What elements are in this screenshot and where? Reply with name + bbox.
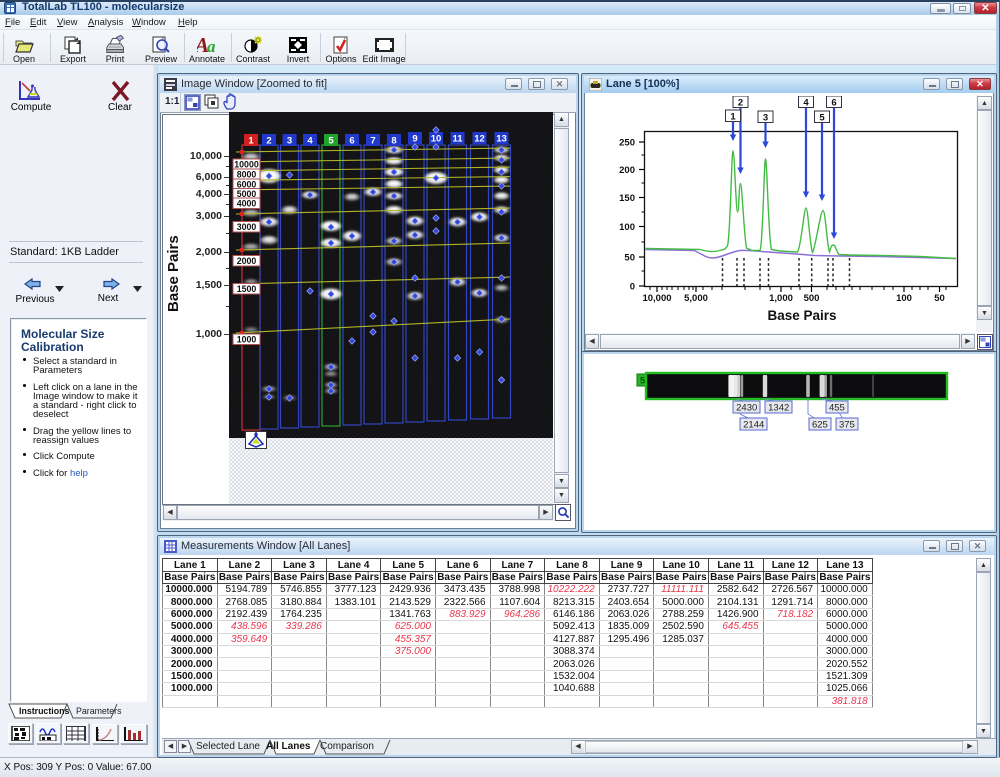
- svg-text:5: 5: [640, 376, 645, 386]
- svg-text:7: 7: [370, 136, 375, 147]
- svg-text:6: 6: [831, 97, 836, 108]
- svg-text:50: 50: [624, 253, 635, 264]
- svg-text:a: a: [207, 37, 216, 55]
- svg-text:375: 375: [839, 420, 855, 431]
- svg-text:500: 500: [804, 293, 820, 304]
- svg-text:13: 13: [496, 134, 507, 145]
- svg-text:2000: 2000: [237, 256, 257, 266]
- svg-text:1000: 1000: [237, 335, 257, 345]
- svg-text:1500: 1500: [237, 284, 257, 294]
- svg-text:100: 100: [896, 293, 912, 304]
- svg-text:4: 4: [307, 136, 313, 147]
- svg-text:1342: 1342: [768, 403, 789, 414]
- svg-text:100: 100: [619, 222, 635, 233]
- svg-text:11: 11: [452, 134, 463, 145]
- svg-text:1,000: 1,000: [769, 293, 793, 304]
- svg-text:8000: 8000: [237, 170, 257, 180]
- svg-text:455: 455: [829, 403, 845, 414]
- svg-text:3: 3: [763, 112, 768, 123]
- svg-text:2430: 2430: [736, 403, 757, 414]
- svg-text:10,000: 10,000: [642, 293, 671, 304]
- svg-text:5,000: 5,000: [684, 293, 708, 304]
- svg-text:3000: 3000: [237, 222, 257, 232]
- svg-text:5: 5: [819, 112, 825, 123]
- svg-text:10: 10: [431, 134, 442, 145]
- svg-text:200: 200: [619, 165, 635, 176]
- svg-text:6: 6: [349, 136, 354, 147]
- svg-text:150: 150: [619, 193, 635, 204]
- svg-text:3: 3: [287, 136, 292, 147]
- svg-text:625: 625: [812, 420, 828, 431]
- svg-text:50: 50: [934, 293, 945, 304]
- svg-text:12: 12: [474, 134, 485, 145]
- svg-text:250: 250: [619, 138, 635, 149]
- svg-text:2: 2: [738, 97, 743, 108]
- svg-text:2144: 2144: [743, 420, 764, 431]
- svg-text:4: 4: [803, 97, 809, 108]
- svg-text:8: 8: [391, 136, 396, 147]
- svg-text:5: 5: [328, 136, 334, 147]
- svg-text:1: 1: [248, 136, 254, 147]
- svg-text:1: 1: [730, 111, 736, 122]
- svg-text:Base Pairs: Base Pairs: [767, 308, 836, 323]
- svg-text:0: 0: [630, 282, 635, 293]
- svg-text:2: 2: [266, 136, 271, 147]
- svg-text:10000: 10000: [234, 160, 259, 170]
- svg-text:9: 9: [412, 134, 417, 145]
- svg-text:4000: 4000: [237, 199, 257, 209]
